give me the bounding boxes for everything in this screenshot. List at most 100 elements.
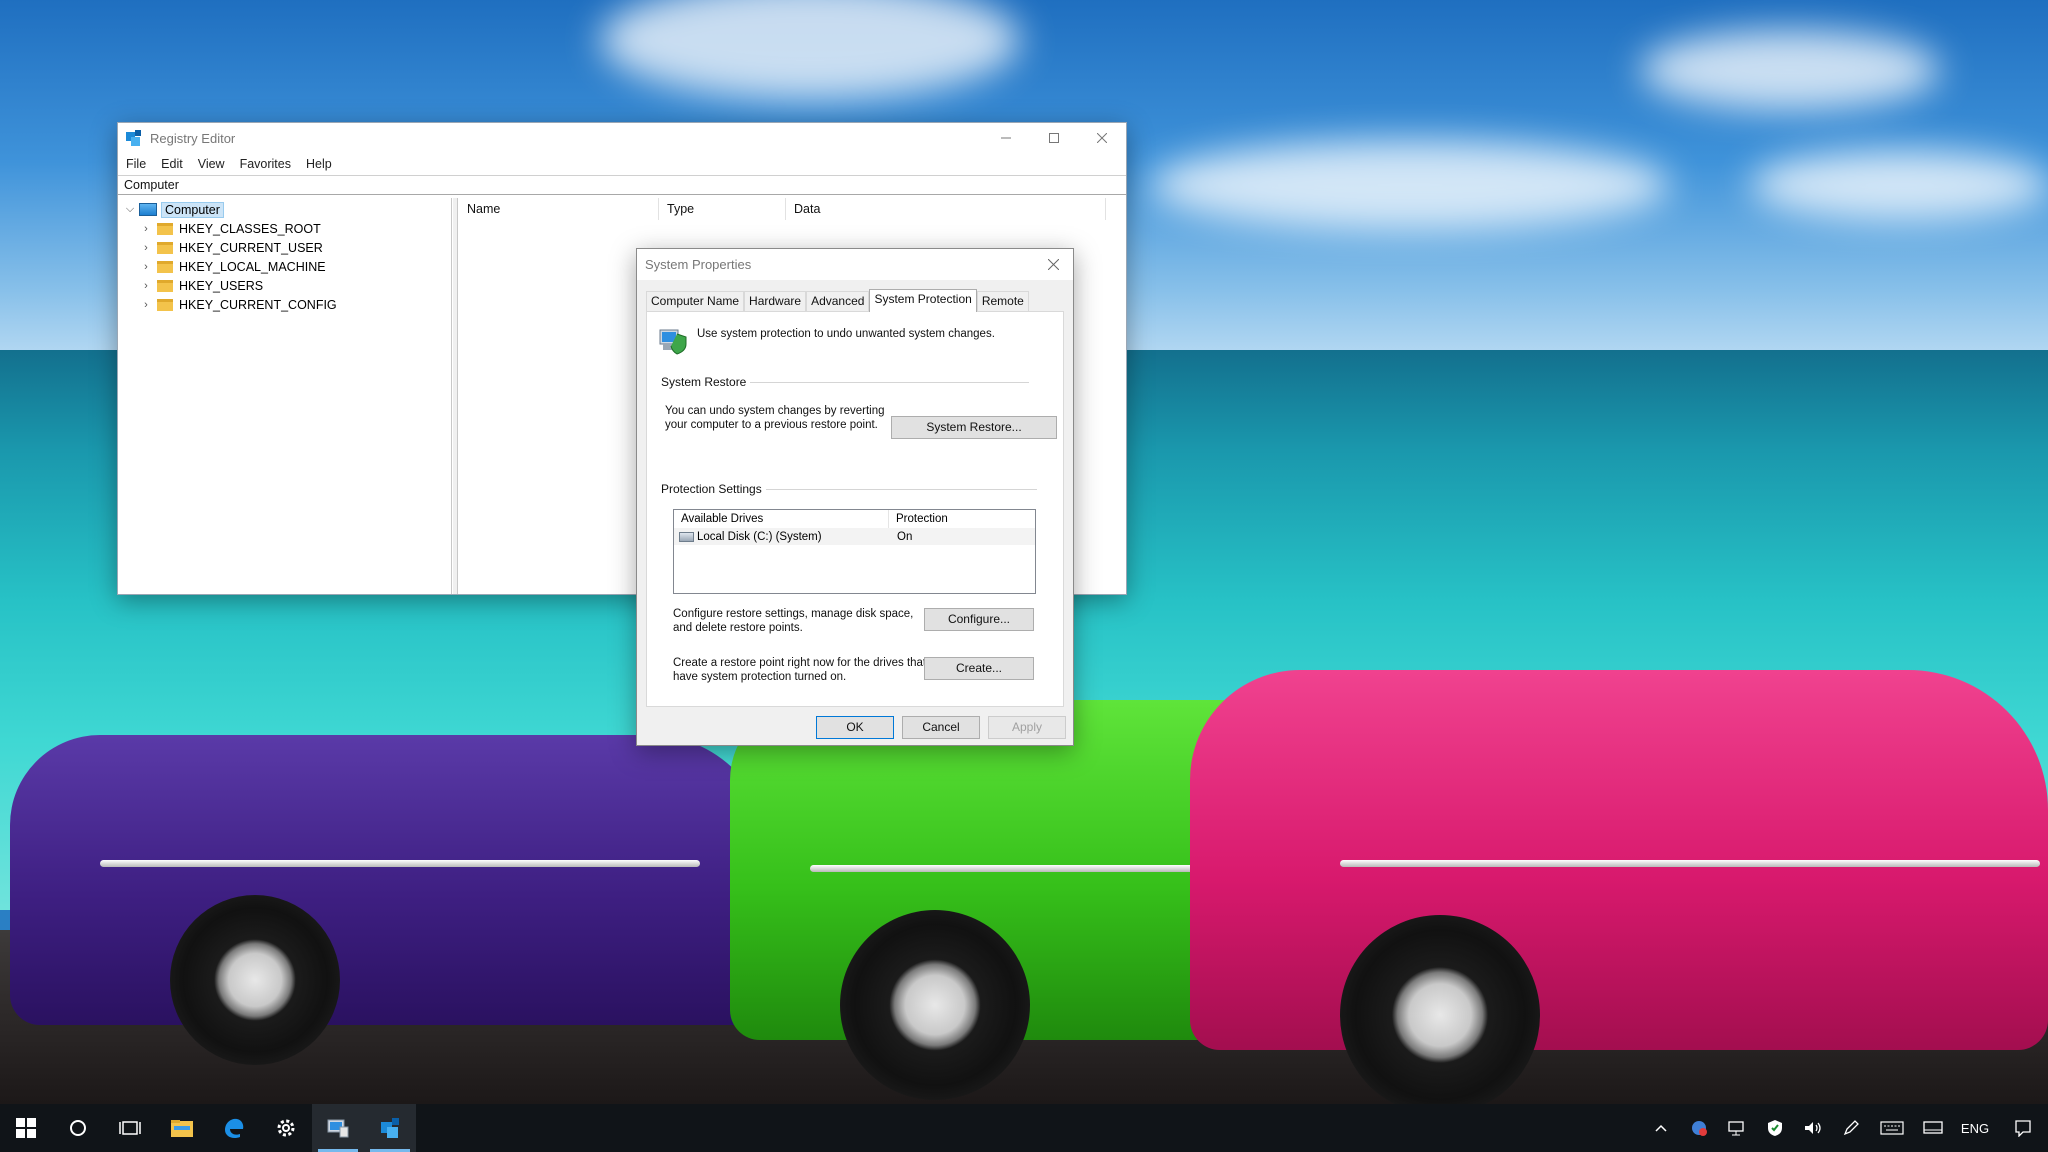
minimize-icon: [1001, 137, 1011, 139]
tree-item-hkey-users[interactable]: › HKEY_USERS: [139, 276, 263, 295]
menu-favorites[interactable]: Favorites: [240, 157, 291, 171]
dialog-close-button[interactable]: [1033, 249, 1073, 280]
create-description-line2: have system protection turned on.: [673, 671, 847, 683]
chevron-right-icon[interactable]: ›: [139, 223, 153, 235]
network-button[interactable]: [1718, 1104, 1756, 1152]
tree-item-hkey-classes-root[interactable]: › HKEY_CLASSES_ROOT: [139, 219, 321, 238]
tree-item-label: HKEY_USERS: [179, 278, 264, 293]
configure-description-line1: Configure restore settings, manage disk …: [673, 608, 914, 620]
folder-icon: [157, 279, 173, 292]
taskbar-registry-editor[interactable]: [364, 1104, 416, 1152]
gear-icon: [277, 1119, 295, 1137]
configure-description-line2: and delete restore points.: [673, 622, 803, 634]
restore-description-line2: your computer to a previous restore poin…: [665, 419, 878, 431]
apply-button[interactable]: Apply: [988, 716, 1066, 739]
tray-app-icon[interactable]: [1680, 1104, 1718, 1152]
minimize-button[interactable]: [982, 123, 1030, 153]
drives-list-header: Available Drives Protection: [674, 510, 1035, 528]
close-icon: [1047, 259, 1059, 270]
menu-edit[interactable]: Edit: [161, 157, 183, 171]
system-protection-panel: Use system protection to undo unwanted s…: [646, 311, 1064, 707]
chevron-down-icon[interactable]: ⌵: [123, 203, 137, 216]
system-properties-icon: [327, 1119, 349, 1138]
security-button[interactable]: [1756, 1104, 1794, 1152]
defender-status-icon: [1692, 1121, 1707, 1136]
tree-item-hkey-current-user[interactable]: › HKEY_CURRENT_USER: [139, 238, 323, 257]
column-header-name[interactable]: Name: [459, 198, 659, 220]
taskbar-settings[interactable]: [260, 1104, 312, 1152]
folder-icon: [157, 298, 173, 311]
chevron-right-icon[interactable]: ›: [139, 242, 153, 254]
ok-button[interactable]: OK: [816, 716, 894, 739]
create-description-line1: Create a restore point right now for the…: [673, 657, 927, 669]
system-properties-titlebar[interactable]: System Properties: [637, 249, 1073, 280]
task-view-button[interactable]: [104, 1104, 156, 1152]
chevron-right-icon[interactable]: ›: [139, 261, 153, 273]
column-header-available-drives[interactable]: Available Drives: [674, 510, 889, 528]
available-drives-list[interactable]: Available Drives Protection Local Disk (…: [673, 509, 1036, 594]
tab-hardware[interactable]: Hardware: [744, 291, 807, 311]
dialog-title: System Properties: [645, 257, 752, 272]
tree-item-hkey-current-config[interactable]: › HKEY_CURRENT_CONFIG: [139, 295, 337, 314]
chevron-right-icon[interactable]: ›: [139, 280, 153, 292]
close-button[interactable]: [1078, 123, 1126, 153]
monitor-icon: [1923, 1121, 1943, 1134]
registry-tree: ⌵ Computer › HKEY_CLASSES_ROOT › HKEY_CU…: [119, 198, 452, 594]
speaker-icon: [1805, 1122, 1821, 1134]
search-button[interactable]: [52, 1104, 104, 1152]
tab-advanced[interactable]: Advanced: [806, 291, 870, 311]
tab-computer-name[interactable]: Computer Name: [646, 291, 745, 311]
menu-file[interactable]: File: [126, 157, 146, 171]
action-center-button[interactable]: [1998, 1104, 2048, 1152]
intro-text: Use system protection to undo unwanted s…: [697, 328, 995, 340]
display-button[interactable]: [1914, 1104, 1952, 1152]
file-explorer-icon: [171, 1120, 193, 1137]
tab-system-protection[interactable]: System Protection: [869, 289, 977, 312]
tree-item-label: HKEY_CURRENT_USER: [179, 240, 323, 255]
touch-keyboard-button[interactable]: [1870, 1104, 1914, 1152]
taskbar-file-explorer[interactable]: [156, 1104, 208, 1152]
input-language-indicator[interactable]: ENG: [1952, 1104, 1998, 1152]
edge-browser-icon: [225, 1118, 244, 1139]
drive-row-local-disk-c[interactable]: Local Disk (C:) (System) On: [674, 528, 1035, 545]
show-hidden-icons-button[interactable]: [1642, 1104, 1680, 1152]
configure-button[interactable]: Configure...: [924, 608, 1034, 631]
close-icon: [1097, 133, 1107, 143]
start-button[interactable]: [0, 1104, 52, 1152]
taskbar-edge[interactable]: [208, 1104, 260, 1152]
group-divider: [747, 489, 1037, 490]
menu-help[interactable]: Help: [306, 157, 332, 171]
tree-item-label: HKEY_LOCAL_MACHINE: [179, 259, 326, 274]
taskbar-system-properties[interactable]: [312, 1104, 364, 1152]
chevron-up-icon: [1655, 1124, 1667, 1132]
tree-item-label: HKEY_CLASSES_ROOT: [179, 221, 321, 236]
chevron-right-icon[interactable]: ›: [139, 299, 153, 311]
folder-icon: [157, 241, 173, 254]
column-header-data[interactable]: Data: [786, 198, 1106, 220]
menu-view[interactable]: View: [198, 157, 225, 171]
registry-editor-icon: [381, 1118, 399, 1138]
maximize-button[interactable]: [1030, 123, 1078, 153]
cancel-button[interactable]: Cancel: [902, 716, 980, 739]
local-disk-icon: [679, 531, 694, 542]
tree-item-computer[interactable]: ⌵ Computer: [123, 200, 224, 219]
task-view-icon: [119, 1121, 141, 1135]
create-button[interactable]: Create...: [924, 657, 1034, 680]
wallpaper-chrome-trim: [100, 860, 700, 867]
system-restore-button[interactable]: System Restore...: [891, 416, 1057, 439]
pen-workspace-button[interactable]: [1832, 1104, 1870, 1152]
cortana-circle-icon: [70, 1120, 86, 1136]
tab-remote[interactable]: Remote: [976, 291, 1029, 311]
registry-editor-titlebar[interactable]: Registry Editor: [118, 123, 1126, 153]
column-header-type[interactable]: Type: [659, 198, 786, 220]
column-header-protection[interactable]: Protection: [889, 510, 1035, 528]
drive-protection-status: On: [897, 530, 913, 543]
tree-item-label: Computer: [161, 201, 224, 218]
address-bar[interactable]: Computer: [118, 175, 1126, 195]
wallpaper-wheel: [840, 910, 1030, 1100]
wallpaper-car-purple: [10, 735, 770, 1025]
pen-icon: [1843, 1120, 1859, 1136]
tree-item-hkey-local-machine[interactable]: › HKEY_LOCAL_MACHINE: [139, 257, 326, 276]
volume-button[interactable]: [1794, 1104, 1832, 1152]
pane-splitter[interactable]: [453, 198, 458, 594]
